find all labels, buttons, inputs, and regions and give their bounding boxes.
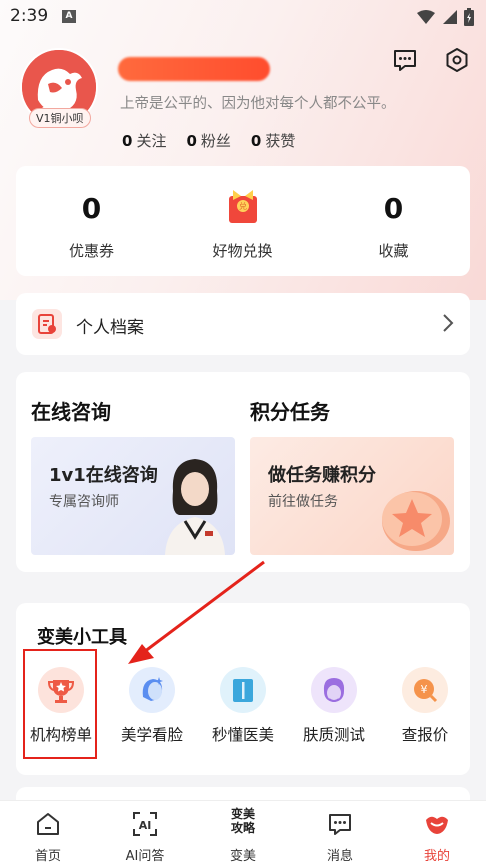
my-icon [426, 816, 448, 834]
tab-beauty[interactable]: 变美 攻略 变美 [198, 801, 288, 866]
consult-title: 在线咨询 [31, 400, 111, 424]
svg-text:兑: 兑 [239, 201, 247, 211]
tool-label-price: 查报价 [401, 726, 449, 744]
tool-label-guide: 秒懂医美 [211, 726, 274, 744]
home-icon [37, 813, 59, 835]
user-stats: 0 关注 0 粉丝 0 获赞 [122, 130, 295, 151]
redeem-cell[interactable]: 兑 好物兑换 [167, 166, 318, 276]
settings-icon[interactable] [444, 47, 470, 73]
points-banner-subtitle: 前往做任务 [268, 494, 338, 510]
personal-archive-row[interactable]: 个人档案 [16, 293, 470, 355]
price-icon: ¥ [402, 667, 448, 713]
tool-medical-beauty-guide[interactable]: 秒懂医美 [198, 667, 288, 745]
stat-following[interactable]: 0 关注 [122, 130, 166, 151]
tab-messages[interactable]: 消息 [295, 801, 385, 866]
tab-home[interactable]: 首页 [3, 801, 93, 866]
book-icon [220, 667, 266, 713]
tool-label-skin: 肤质测试 [302, 726, 365, 744]
favorites-label: 收藏 [378, 242, 409, 260]
archive-label: 个人档案 [76, 318, 144, 338]
coupons-cell[interactable]: 0 优惠券 [16, 166, 167, 276]
star-coin-icon [382, 491, 450, 551]
redeem-label: 好物兑换 [212, 242, 273, 260]
ai-icon: AI [133, 812, 157, 836]
tool-skin-test[interactable]: 肤质测试 [289, 667, 379, 745]
coupons-count: 0 [81, 192, 102, 225]
wifi-icon [417, 10, 435, 24]
message-center-icon[interactable] [392, 47, 418, 73]
bottom-tab-bar: 首页 AI AI问答 变美 攻略 变美 消息 我的 [0, 800, 486, 866]
stat-likes[interactable]: 0 获赞 [251, 130, 295, 151]
consult-banner[interactable]: 1v1在线咨询 专属咨询师 [31, 437, 235, 555]
summary-card: 0 优惠券 兑 好物兑换 0 收藏 [16, 166, 470, 276]
points-banner[interactable]: 做任务赚积分 前往做任务 [250, 437, 454, 555]
tool-price-check[interactable]: ¥ 查报价 [380, 667, 470, 745]
skin-test-icon [311, 667, 357, 713]
points-banner-title: 做任务赚积分 [268, 465, 376, 486]
user-bio: 上帝是公平的、因为他对每个人都不公平。 [120, 96, 396, 112]
tab-my[interactable]: 我的 [392, 801, 482, 866]
tab-home-label: 首页 [34, 849, 61, 864]
tools-title: 变美小工具 [37, 627, 127, 648]
signal-icon [443, 10, 457, 24]
gift-redeem-icon: 兑 [229, 190, 257, 223]
consultant-photo [165, 459, 225, 555]
services-card: 在线咨询 积分任务 1v1在线咨询 专属咨询师 做任务赚积分 前往做任务 [16, 372, 470, 572]
level-badge: V1铜小呗 [29, 108, 91, 128]
status-bar: 2:39 A [0, 0, 486, 34]
tool-label-face: 美学看脸 [120, 726, 183, 744]
status-time: 2:39 [10, 6, 49, 26]
tab-beauty-label: 变美 [229, 849, 256, 864]
coupons-label: 优惠券 [68, 242, 114, 260]
tab-ai[interactable]: AI AI问答 [100, 801, 190, 866]
archive-icon [32, 309, 62, 339]
status-icons [416, 8, 474, 26]
annotation-highlight-box [23, 649, 97, 759]
consult-banner-title: 1v1在线咨询 [49, 465, 158, 486]
annotation-arrow [128, 560, 265, 664]
message-icon [329, 814, 351, 835]
tab-my-label: 我的 [423, 849, 450, 864]
tab-ai-label: AI问答 [125, 849, 165, 864]
face-scan-icon [129, 667, 175, 713]
beauty-strategy-icon: 变美 攻略 [230, 807, 255, 835]
battery-icon [464, 8, 474, 26]
svg-text:¥: ¥ [421, 683, 428, 696]
consult-banner-subtitle: 专属咨询师 [49, 494, 119, 510]
favorites-cell[interactable]: 0 收藏 [318, 166, 469, 276]
tool-face-aesthetics[interactable]: 美学看脸 [107, 667, 197, 745]
svg-text:AI: AI [139, 819, 152, 832]
sim-icon: A [62, 10, 76, 23]
points-title: 积分任务 [250, 400, 330, 424]
stat-followers[interactable]: 0 粉丝 [186, 130, 230, 151]
tab-messages-label: 消息 [326, 849, 353, 864]
username-redacted [118, 57, 270, 81]
favorites-count: 0 [383, 192, 404, 225]
chevron-right-icon [443, 314, 454, 332]
